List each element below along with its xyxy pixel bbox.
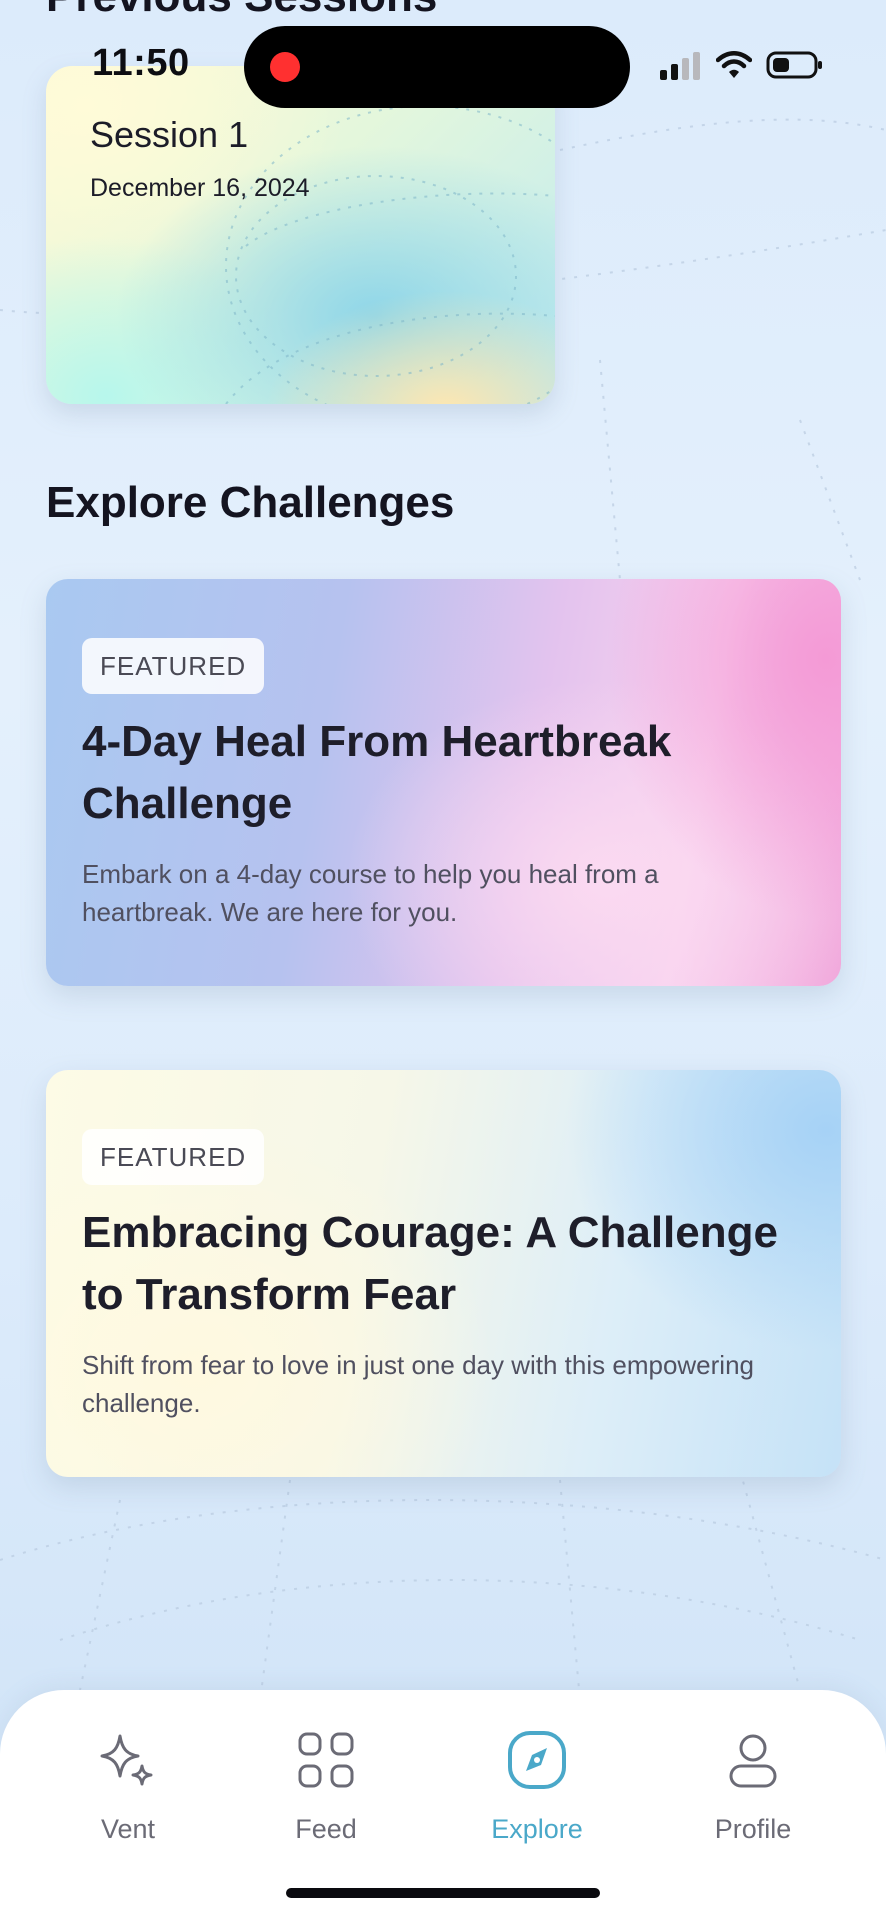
nav-label-feed: Feed xyxy=(295,1814,357,1844)
nav-item-vent[interactable]: Vent xyxy=(38,1728,218,1858)
nav-label-vent: Vent xyxy=(100,1814,156,1844)
cellular-signal-icon xyxy=(660,52,700,80)
person-icon xyxy=(729,1734,777,1788)
sparkle-icon xyxy=(100,1734,153,1786)
featured-badge: FEATURED xyxy=(82,638,265,694)
explore-challenges-title: Explore Challenges xyxy=(46,478,455,527)
challenge-title: Embracing Courage: A Challenge to Transf… xyxy=(82,1208,778,1319)
featured-badge: FEATURED xyxy=(82,1129,265,1185)
session-name: Session 1 xyxy=(90,114,249,155)
nav-label-profile: Profile xyxy=(714,1814,792,1844)
challenge-title: 4-Day Heal From Heartbreak Challenge xyxy=(82,717,672,828)
session-date: December 16, 2024 xyxy=(90,174,310,202)
challenge-card-courage[interactable]: FEATURED Embracing Courage: A Challenge … xyxy=(46,1070,841,1477)
compass-icon xyxy=(508,1731,566,1789)
home-indicator xyxy=(286,1888,600,1898)
challenge-description: Shift from fear to love in just one day … xyxy=(82,1350,754,1418)
status-icons xyxy=(660,48,824,82)
dynamic-island xyxy=(244,26,630,108)
bottom-navigation: Vent Feed Explore Profile xyxy=(0,1690,886,1920)
challenge-description: Embark on a 4-day course to help you hea… xyxy=(82,859,659,927)
nav-label-explore: Explore xyxy=(491,1814,583,1844)
nav-item-profile[interactable]: Profile xyxy=(663,1728,843,1858)
grid-icon xyxy=(298,1732,354,1788)
status-bar: 11:50 xyxy=(0,0,886,120)
nav-item-explore[interactable]: Explore xyxy=(447,1728,627,1858)
status-time: 11:50 xyxy=(92,42,190,84)
nav-item-feed[interactable]: Feed xyxy=(236,1728,416,1858)
challenge-card-heartbreak[interactable]: FEATURED 4-Day Heal From Heartbreak Chal… xyxy=(46,579,841,986)
recording-indicator-icon xyxy=(270,52,300,82)
wifi-icon xyxy=(716,51,752,78)
battery-icon xyxy=(766,51,822,79)
